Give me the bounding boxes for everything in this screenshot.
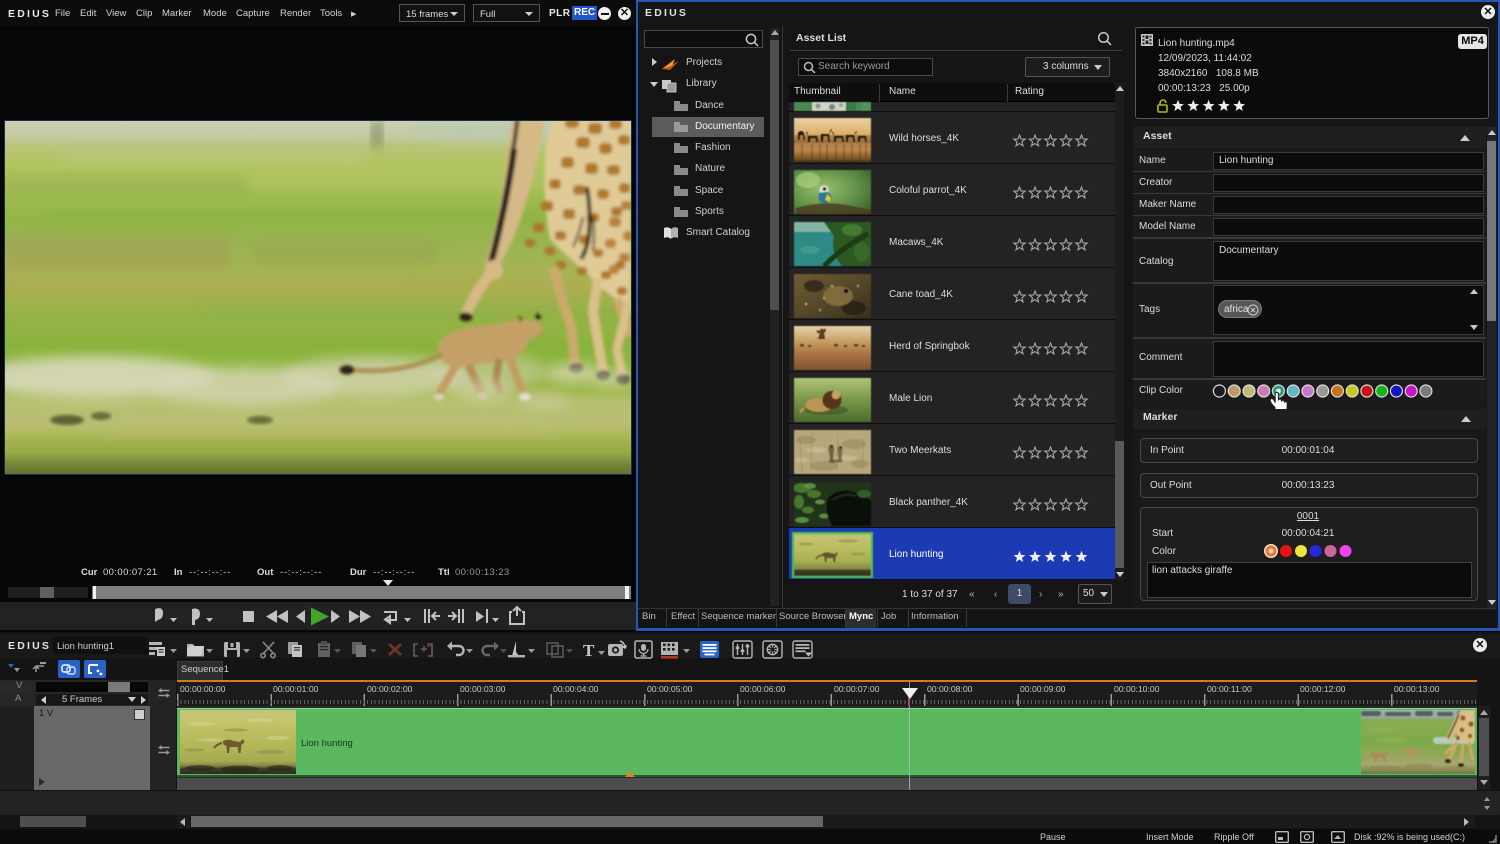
svg-text:T: T: [583, 641, 595, 660]
